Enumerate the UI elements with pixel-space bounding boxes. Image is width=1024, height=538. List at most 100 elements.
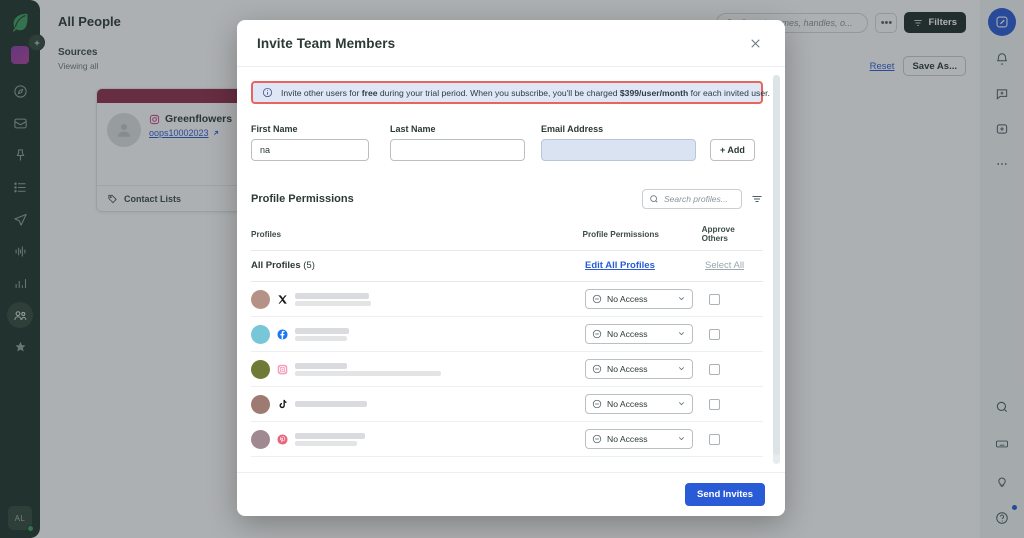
permission-cell: No Access [585, 359, 705, 379]
table-row: No Access [251, 387, 763, 422]
trial-banner-text: Invite other users for free during your … [281, 87, 770, 98]
column-header-approve-others: Approve Others [701, 225, 735, 243]
chevron-down-icon [677, 434, 686, 445]
permissions-table-header: Profiles Profile Permissions Approve Oth… [251, 225, 763, 251]
profile-name-redacted [295, 401, 367, 407]
email-field-group: Email Address [541, 124, 696, 161]
approve-others-cell [705, 398, 720, 410]
profile-names [295, 292, 371, 306]
column-header-profile-permissions: Profile Permissions [582, 229, 659, 239]
email-input[interactable] [541, 139, 696, 161]
invite-team-members-modal: Invite Team Members Invite other users f… [237, 20, 785, 516]
profile-cell [251, 394, 585, 414]
permission-select[interactable]: No Access [585, 394, 693, 414]
permission-cell: No Access [585, 394, 705, 414]
instagram-icon [277, 364, 288, 375]
chevron-down-icon [677, 364, 686, 375]
permission-value: No Access [607, 434, 648, 444]
last-name-field-group: Last Name [390, 124, 525, 161]
x-twitter-icon [277, 294, 288, 305]
last-name-label: Last Name [390, 124, 436, 134]
approve-others-cell [705, 293, 720, 305]
profile-filter-button[interactable] [751, 193, 763, 205]
all-profiles-row: All Profiles (5) Edit All Profiles Selec… [251, 251, 763, 282]
permission-cell: No Access [585, 429, 705, 449]
last-name-input[interactable] [390, 139, 525, 161]
chevron-down-icon [677, 329, 686, 340]
no-access-icon [592, 399, 602, 409]
profile-handle-redacted [295, 370, 441, 376]
close-icon[interactable] [745, 33, 765, 53]
permission-value: No Access [607, 364, 648, 374]
permission-cell: No Access [585, 289, 705, 309]
no-access-icon [592, 364, 602, 374]
column-header-profiles: Profiles [251, 229, 282, 239]
approve-others-cell [705, 433, 720, 445]
first-name-field-group: First Name [251, 124, 369, 161]
profile-name-redacted [295, 327, 349, 334]
permission-select[interactable]: No Access [585, 324, 693, 344]
chevron-down-icon [677, 294, 686, 305]
profile-handle-redacted [295, 300, 371, 306]
trial-info-banner: Invite other users for free during your … [251, 81, 770, 104]
approve-others-cell [705, 328, 720, 340]
permission-select[interactable]: No Access [585, 289, 693, 309]
send-invites-button[interactable]: Send Invites [685, 483, 765, 506]
profile-handle-redacted [295, 335, 347, 341]
profile-names [295, 432, 365, 446]
permission-select[interactable]: No Access [585, 359, 693, 379]
search-icon [650, 195, 658, 203]
approve-others-checkbox[interactable] [709, 433, 720, 445]
approve-others-cell [705, 363, 720, 375]
profile-handle-redacted [295, 440, 357, 446]
profile-permissions-title: Profile Permissions [251, 193, 354, 205]
permission-select[interactable]: No Access [585, 429, 693, 449]
chevron-down-icon [677, 399, 686, 410]
permissions-rows: No Access No Access No Access No Access … [251, 282, 763, 457]
profile-name-redacted [295, 432, 365, 439]
approve-others-checkbox[interactable] [709, 398, 720, 410]
first-name-input[interactable] [251, 139, 369, 161]
no-access-icon [592, 329, 602, 339]
permission-value: No Access [607, 329, 648, 339]
profile-search-placeholder: Search profiles... [664, 194, 728, 204]
approve-others-checkbox[interactable] [709, 328, 720, 340]
profile-names [295, 327, 349, 341]
no-access-icon [592, 434, 602, 444]
avatar [251, 429, 270, 449]
invite-form: First Name Last Name Email Address + Add [251, 124, 763, 161]
profile-search-input[interactable]: Search profiles... [642, 189, 742, 209]
info-circle-icon [262, 87, 273, 98]
all-profiles-label: All Profiles (5) [251, 260, 315, 271]
permission-value: No Access [607, 294, 648, 304]
modal-scrollbar[interactable] [773, 75, 780, 464]
approve-others-checkbox[interactable] [709, 293, 720, 305]
profile-cell [251, 359, 585, 379]
email-label: Email Address [541, 124, 604, 134]
profile-cell [251, 289, 585, 309]
profile-names [295, 362, 441, 376]
modal-content: Invite other users for free during your … [237, 67, 785, 457]
profile-names [295, 401, 367, 407]
avatar [251, 394, 270, 414]
app-root: AL All People Sources Viewing all Search… [0, 0, 1024, 538]
profile-permissions-header: Profile Permissions Search profiles... [251, 189, 763, 209]
facebook-icon [277, 328, 288, 340]
add-invitee-button[interactable]: + Add [710, 139, 755, 161]
edit-all-profiles-link[interactable]: Edit All Profiles [585, 260, 705, 271]
first-name-label: First Name [251, 124, 298, 134]
profile-cell [251, 324, 585, 344]
modal-scrollbar-thumb[interactable] [773, 75, 780, 455]
no-access-icon [592, 294, 602, 304]
avatar [251, 359, 270, 379]
avatar [251, 324, 270, 344]
avatar [251, 289, 270, 309]
select-all-link[interactable]: Select All [705, 260, 744, 271]
permission-value: No Access [607, 399, 648, 409]
profile-name-redacted [295, 362, 347, 369]
permission-cell: No Access [585, 324, 705, 344]
table-row: No Access [251, 422, 763, 457]
approve-others-checkbox[interactable] [709, 363, 720, 375]
table-row: No Access [251, 282, 763, 317]
modal-body: Invite other users for free during your … [237, 67, 785, 472]
